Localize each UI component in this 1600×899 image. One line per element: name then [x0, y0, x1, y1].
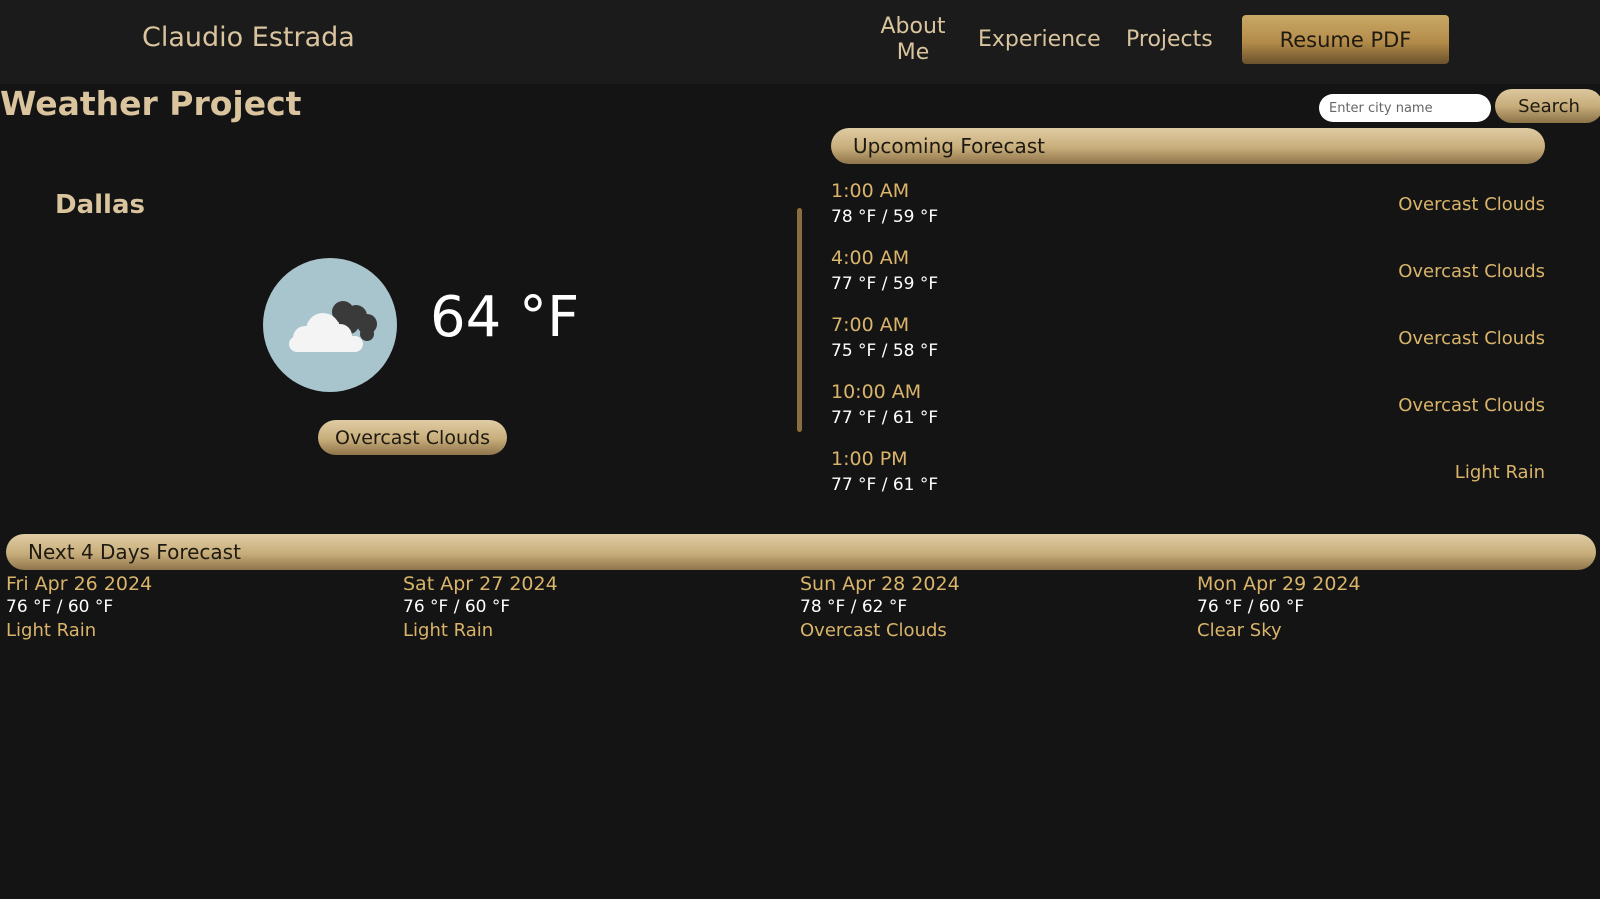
hourly-forecast-item: 10:00 AM 77 °F / 61 °F Overcast Clouds: [831, 381, 1545, 441]
daily-date: Mon Apr 29 2024: [1197, 573, 1361, 595]
cloud-icon: [289, 301, 377, 352]
hourly-condition: Overcast Clouds: [1398, 395, 1545, 416]
current-condition-badge: Overcast Clouds: [318, 420, 507, 455]
daily-temps: 76 °F / 60 °F: [403, 597, 511, 617]
search-button[interactable]: Search: [1495, 89, 1600, 123]
hourly-temps: 78 °F / 59 °F: [831, 207, 939, 227]
daily-forecast-item: Sat Apr 27 2024 76 °F / 60 °F Light Rain: [403, 572, 783, 643]
hourly-time: 1:00 PM: [831, 448, 908, 470]
hourly-condition: Overcast Clouds: [1398, 328, 1545, 349]
top-navbar: Claudio Estrada About Me Experience Proj…: [0, 0, 1600, 84]
daily-condition: Light Rain: [6, 620, 97, 641]
nav-projects[interactable]: Projects: [1126, 27, 1213, 53]
page-title: Weather Project: [0, 84, 302, 123]
hourly-forecast-item: 4:00 AM 77 °F / 59 °F Overcast Clouds: [831, 247, 1545, 307]
upcoming-forecast-title: Upcoming Forecast: [853, 134, 1045, 158]
city-search-input[interactable]: [1319, 94, 1491, 122]
daily-condition: Overcast Clouds: [800, 620, 947, 641]
nav-about-me[interactable]: About Me: [868, 14, 958, 66]
hourly-temps: 75 °F / 58 °F: [831, 341, 939, 361]
hourly-temps: 77 °F / 61 °F: [831, 475, 939, 495]
daily-temps: 78 °F / 62 °F: [800, 597, 908, 617]
weather-icon-container: [263, 258, 397, 392]
daily-temps: 76 °F / 60 °F: [6, 597, 114, 617]
hourly-time: 1:00 AM: [831, 180, 910, 202]
daily-condition: Clear Sky: [1197, 620, 1282, 641]
hourly-time: 10:00 AM: [831, 381, 922, 403]
daily-date: Sat Apr 27 2024: [403, 573, 558, 595]
hourly-time: 4:00 AM: [831, 247, 910, 269]
hourly-temps: 77 °F / 61 °F: [831, 408, 939, 428]
daily-forecast-item: Sun Apr 28 2024 78 °F / 62 °F Overcast C…: [800, 572, 1180, 643]
hourly-time: 7:00 AM: [831, 314, 910, 336]
upcoming-forecast-header: Upcoming Forecast: [831, 128, 1545, 164]
hourly-condition: Overcast Clouds: [1398, 261, 1545, 282]
hourly-forecast-item: 1:00 AM 78 °F / 59 °F Overcast Clouds: [831, 180, 1545, 240]
resume-pdf-button[interactable]: Resume PDF: [1242, 15, 1449, 64]
daily-forecast-item: Fri Apr 26 2024 76 °F / 60 °F Light Rain: [6, 572, 386, 643]
hourly-condition: Overcast Clouds: [1398, 194, 1545, 215]
daily-condition: Light Rain: [403, 620, 494, 641]
brand-name[interactable]: Claudio Estrada: [142, 22, 355, 53]
daily-temps: 76 °F / 60 °F: [1197, 597, 1305, 617]
nav-experience[interactable]: Experience: [978, 27, 1101, 53]
hourly-condition: Light Rain: [1454, 462, 1545, 483]
daily-forecast-header: Next 4 Days Forecast: [6, 534, 1596, 570]
daily-date: Fri Apr 26 2024: [6, 573, 153, 595]
hourly-forecast-item: 7:00 AM 75 °F / 58 °F Overcast Clouds: [831, 314, 1545, 374]
current-temperature: 64 °F: [430, 285, 580, 350]
current-city: Dallas: [55, 190, 145, 220]
hourly-forecast-item: 1:00 PM 77 °F / 61 °F Light Rain: [831, 448, 1545, 508]
daily-forecast-item: Mon Apr 29 2024 76 °F / 60 °F Clear Sky: [1197, 572, 1577, 643]
daily-date: Sun Apr 28 2024: [800, 573, 960, 595]
vertical-divider: [797, 208, 802, 432]
hourly-temps: 77 °F / 59 °F: [831, 274, 939, 294]
daily-forecast-title: Next 4 Days Forecast: [28, 540, 241, 564]
